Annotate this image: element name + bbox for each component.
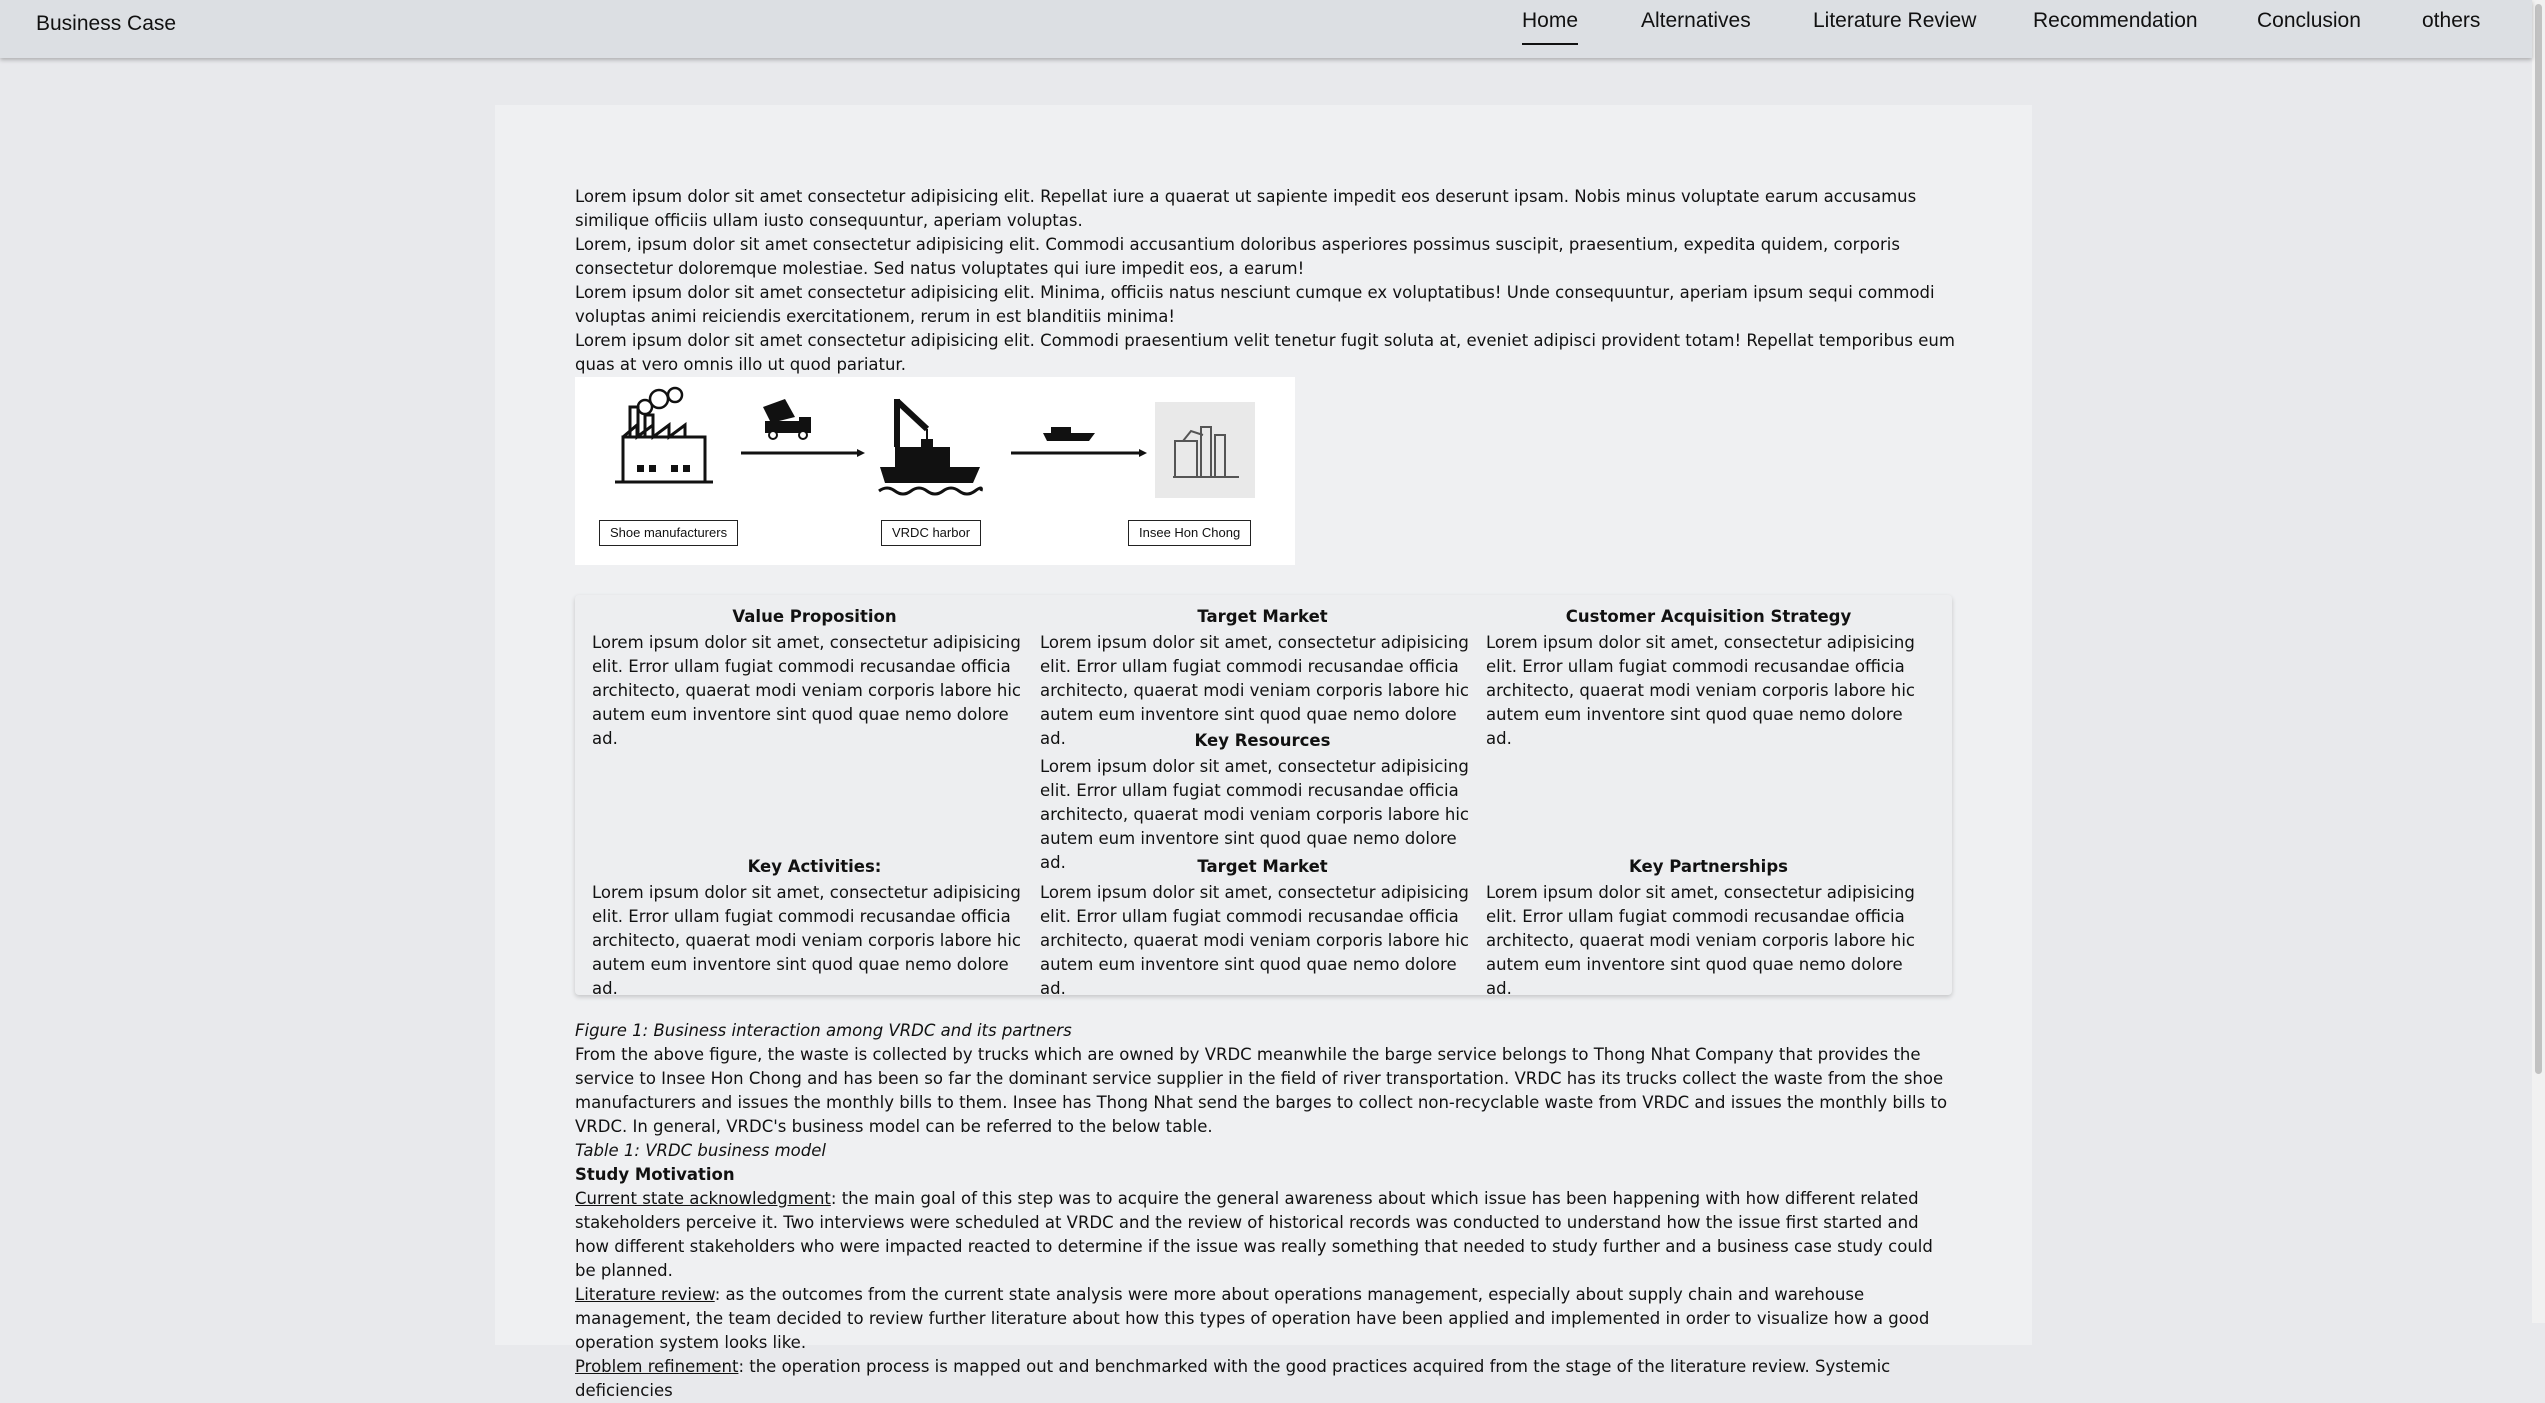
top-navbar: Business Case Home Alternatives Literatu… [0,0,2532,58]
truck-icon [763,399,811,440]
term-link[interactable]: Problem refinement [575,1357,738,1376]
page-scrollbar[interactable] [2532,0,2545,1323]
cell-key-resources: Key Resources Lorem ipsum dolor sit amet… [1040,729,1485,875]
cell-key-partnerships: Key Partnerships Lorem ipsum dolor sit a… [1486,855,1931,1001]
cell-target-market-2: Target Market Lorem ipsum dolor sit amet… [1040,855,1485,1001]
cell-text: Lorem ipsum dolor sit amet, consectetur … [592,633,1021,748]
content-card: Lorem ipsum dolor sit amet consectetur a… [495,105,2032,1400]
nav-recommendation[interactable]: Recommendation [2033,9,2198,43]
term-description: : as the outcomes from the current state… [575,1285,1930,1352]
nav-home[interactable]: Home [1522,9,1579,45]
cell-customer-acquisition-strategy: Customer Acquisition Strategy Lorem ipsu… [1486,605,1931,751]
business-flow-diagram: Shoe manufacturers VRDC harbor Insee Hon… [575,377,1295,565]
intro-paragraph-4: Lorem ipsum dolor sit amet consectetur a… [575,331,1955,374]
table-caption: Table 1: VRDC business model [575,1141,826,1160]
scrollbar-thumb[interactable] [2535,4,2542,1074]
cell-title: Target Market [1197,607,1328,626]
main-content: Lorem ipsum dolor sit amet consectetur a… [575,185,1955,1403]
cell-value-proposition: Value Proposition Lorem ipsum dolor sit … [592,605,1037,751]
cell-text: Lorem ipsum dolor sit amet, consectetur … [592,883,1021,998]
cell-text: Lorem ipsum dolor sit amet, consectetur … [1040,883,1469,998]
figure-description: From the above figure, the waste is coll… [575,1045,1948,1136]
cell-title: Key Resources [1194,731,1331,750]
cell-title: Key Activities: [747,857,882,876]
study-item-current-state: Current state acknowledgment: the main g… [575,1187,1955,1283]
label-shoe-manufacturers: Shoe manufacturers [599,520,739,546]
cell-title: Value Proposition [732,607,897,626]
cell-title: Target Market [1197,857,1328,876]
term-link[interactable]: Literature review [575,1285,715,1304]
barge-icon [1043,427,1095,441]
business-model-canvas: Value Proposition Lorem ipsum dolor sit … [575,595,1952,998]
cell-title: Key Partnerships [1629,857,1788,876]
arrow-2 [1011,449,1147,457]
study-motivation-heading: Study Motivation [575,1165,735,1184]
nav-alternatives[interactable]: Alternatives [1641,9,1751,43]
arrow-1 [741,449,865,457]
cement-plant-icon [1155,402,1255,498]
label-insee-hon-chong: Insee Hon Chong [1128,520,1252,546]
term-description: : the operation process is mapped out an… [575,1357,1891,1400]
intro-paragraph-2: Lorem, ipsum dolor sit amet consectetur … [575,235,1900,278]
nav-conclusion[interactable]: Conclusion [2257,9,2361,43]
study-item-problem-refinement: Problem refinement: the operation proces… [575,1355,1955,1403]
term-link[interactable]: Current state acknowledgment [575,1189,831,1208]
figure-caption: Figure 1: Business interaction among VRD… [575,1021,1072,1040]
factory-icon [615,386,713,484]
cell-text: Lorem ipsum dolor sit amet, consectetur … [1486,883,1915,998]
cell-text: Lorem ipsum dolor sit amet, consectetur … [1486,633,1915,748]
label-vrdc-harbor: VRDC harbor [881,520,982,546]
nav-literature-review[interactable]: Literature Review [1813,9,1976,43]
nav-others[interactable]: others [2422,9,2480,43]
harbor-icon [878,398,983,496]
cell-key-activities: Key Activities: Lorem ipsum dolor sit am… [592,855,1037,1001]
intro-paragraph-1: Lorem ipsum dolor sit amet consectetur a… [575,187,1917,230]
cell-title: Customer Acquisition Strategy [1565,607,1852,626]
figure-section: Figure 1: Business interaction among VRD… [575,1019,1955,1403]
study-item-literature-review: Literature review: as the outcomes from … [575,1283,1955,1355]
brand-title[interactable]: Business Case [36,12,176,36]
intro-paragraph-3: Lorem ipsum dolor sit amet consectetur a… [575,283,1935,326]
